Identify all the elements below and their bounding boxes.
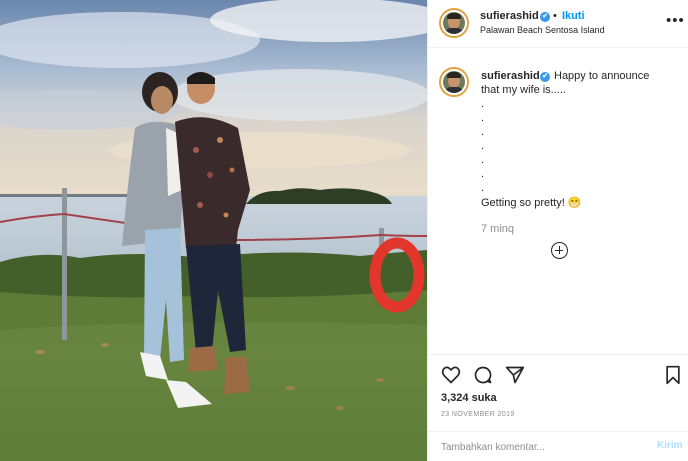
couple-at-beach-image [0,0,427,461]
share-icon[interactable] [505,365,525,385]
caption-verified-badge-icon: ✔ [540,72,550,82]
post-header: sufierashid ✔ • Ikuti Palawan Beach Sent… [428,0,688,48]
caption-dot: . [481,154,485,166]
caption-time[interactable]: 7 minq [481,223,514,235]
caption-dot: . [481,140,485,152]
action-bar [428,354,688,394]
comment-input[interactable] [441,440,641,454]
comment-bar: Kirim [428,431,688,461]
verified-badge-icon: ✔ [540,12,550,22]
caption-dot: . [481,112,485,124]
separator-dot: • [553,10,557,22]
caption-dot: . [481,182,485,194]
caption-username[interactable]: sufierashid [481,70,540,82]
bookmark-icon[interactable] [664,365,682,385]
avatar[interactable] [439,8,469,38]
caption-avatar[interactable] [439,67,469,97]
post-detail-panel: sufierashid ✔ • Ikuti Palawan Beach Sent… [427,0,688,461]
caption-closing: Getting so pretty! 😁 [481,197,582,209]
caption-dot: . [481,126,485,138]
heart-icon[interactable] [441,365,461,385]
load-more-comments-icon[interactable] [551,242,568,259]
post-date: 23 NOVEMBER 2019 [441,411,515,418]
more-options-icon[interactable]: ••• [666,12,685,29]
follow-button[interactable]: Ikuti [562,10,585,22]
caption-dot: . [481,98,485,110]
post-comment-button[interactable]: Kirim [657,440,683,451]
caption-dot: . [481,168,485,180]
like-count[interactable]: 3,324 suka [441,392,497,404]
avatar-image [443,12,465,34]
post-username[interactable]: sufierashid [480,10,539,22]
caption-line-1: Happy to announce [554,70,650,82]
comment-icon[interactable] [473,365,493,385]
caption-avatar-image [443,71,465,93]
caption-line-2: that my wife is..... [481,84,566,96]
post-photo[interactable] [0,0,427,461]
post-location[interactable]: Palawan Beach Sentosa Island [480,25,605,35]
